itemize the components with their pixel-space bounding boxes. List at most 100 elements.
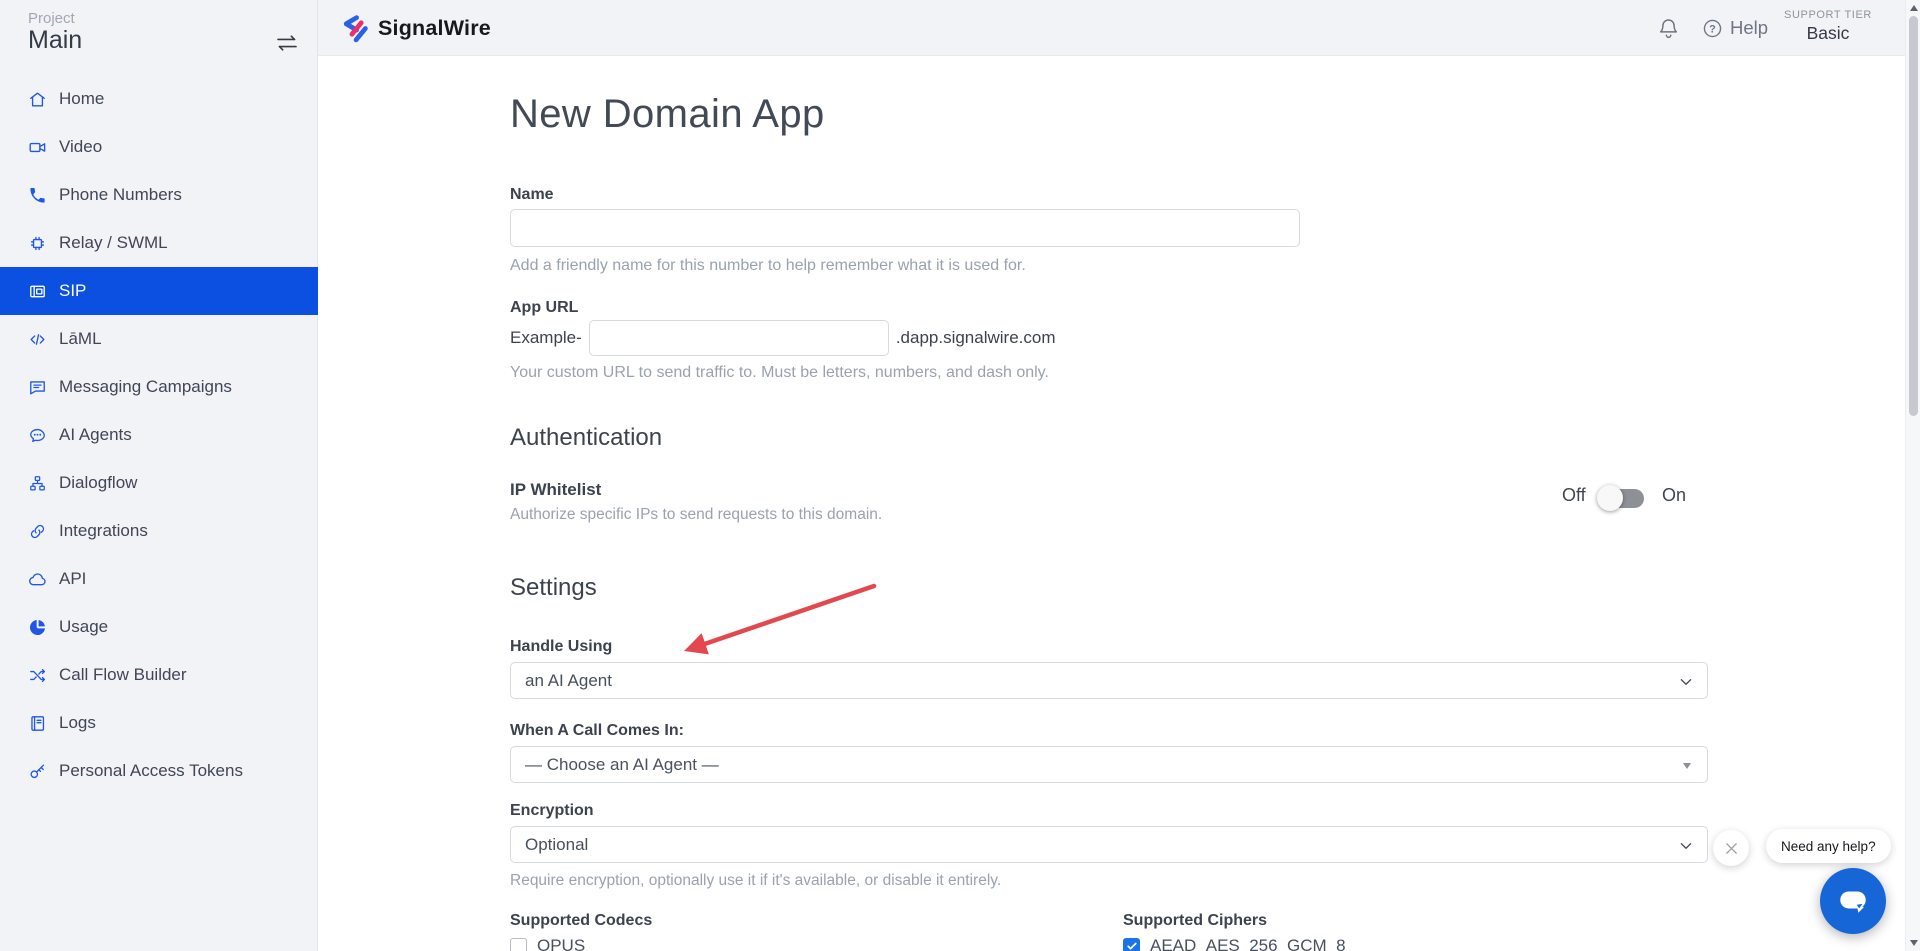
authentication-heading: Authentication — [510, 424, 662, 452]
scroll-up-arrow-icon[interactable] — [1910, 5, 1918, 11]
close-icon — [1724, 841, 1739, 856]
vertical-scrollbar[interactable] — [1905, 0, 1920, 951]
sidebar-item-label: Relay / SWML — [59, 233, 168, 253]
encryption-select[interactable]: Optional — [510, 826, 1708, 863]
sip-phone-icon — [28, 282, 47, 301]
ai-agent-select[interactable]: — Choose an AI Agent — — [510, 746, 1708, 783]
app-url-prefix: Example- — [510, 328, 582, 348]
sidebar-item-api[interactable]: API — [0, 555, 318, 603]
code-icon — [28, 330, 47, 349]
home-icon — [28, 90, 47, 109]
collapse-sidebar-icon[interactable] — [274, 30, 300, 56]
sidebar-item-ai-agents[interactable]: AI Agents — [0, 411, 318, 459]
notifications-bell-icon[interactable] — [1656, 16, 1681, 41]
phone-icon — [28, 186, 47, 205]
sidebar-item-messaging-campaigns[interactable]: Messaging Campaigns — [0, 363, 318, 411]
toggle-on-label: On — [1662, 485, 1686, 506]
svg-text:?: ? — [1709, 23, 1716, 35]
sidebar-item-sip[interactable]: SIP — [0, 267, 318, 315]
scrollbar-thumb[interactable] — [1909, 16, 1918, 416]
codec-opus-row: OPUS — [510, 936, 585, 951]
sidebar-item-label: Call Flow Builder — [59, 665, 187, 685]
name-input[interactable] — [510, 209, 1300, 247]
sidebar-item-label: Usage — [59, 617, 108, 637]
handle-using-value: an AI Agent — [525, 671, 612, 691]
chat-launcher-button[interactable] — [1820, 868, 1886, 934]
chat-bubble-icon — [1836, 884, 1870, 918]
handle-using-label: Handle Using — [510, 638, 612, 656]
name-label: Name — [510, 186, 554, 204]
app-url-suffix: .dapp.signalwire.com — [896, 328, 1056, 348]
encryption-select-value: Optional — [525, 835, 588, 855]
sidebar-item-personal-access-tokens[interactable]: Personal Access Tokens — [0, 747, 318, 795]
sidebar-item-label: Logs — [59, 713, 96, 733]
sidebar-item-label: Messaging Campaigns — [59, 377, 232, 397]
signalwire-logo[interactable]: SignalWire — [340, 0, 491, 56]
sidebar-item-label: Phone Numbers — [59, 185, 182, 205]
sidebar-item-phone-numbers[interactable]: Phone Numbers — [0, 171, 318, 219]
hierarchy-icon — [28, 474, 47, 493]
shuffle-icon — [28, 666, 47, 685]
sidebar-item-label: Personal Access Tokens — [59, 761, 243, 781]
codec-opus-label: OPUS — [537, 936, 585, 951]
sidebar-item-dialogflow[interactable]: Dialogflow — [0, 459, 318, 507]
support-tier-label: SUPPORT TIER — [1778, 9, 1878, 21]
brand-name: SignalWire — [378, 16, 491, 41]
signalwire-logo-icon — [340, 14, 369, 43]
page-title: New Domain App — [510, 92, 825, 137]
chat-dismiss-button[interactable] — [1713, 830, 1749, 866]
chat-dots-icon — [28, 426, 47, 445]
sidebar: Project Main HomeVideo Phone Numbers Relay… — [0, 0, 318, 951]
chat-prompt-bubble[interactable]: Need any help? — [1766, 829, 1891, 863]
sidebar-item-logs[interactable]: Logs — [0, 699, 318, 747]
sidebar-item-laml[interactable]: LāML — [0, 315, 318, 363]
codec-opus-checkbox[interactable] — [510, 938, 527, 951]
chevron-down-icon — [1678, 674, 1694, 690]
ip-whitelist-toggle[interactable] — [1598, 489, 1644, 508]
project-label: Project — [28, 10, 75, 27]
red-annotation-arrow — [668, 568, 898, 668]
sidebar-item-video[interactable]: Video — [0, 123, 318, 171]
support-tier: SUPPORT TIER Basic — [1778, 9, 1878, 44]
sidebar-item-label: Dialogflow — [59, 473, 137, 493]
project-switcher[interactable]: Main — [28, 26, 82, 55]
scroll-down-arrow-icon[interactable] — [1910, 940, 1918, 946]
sidebar-item-label: API — [59, 569, 86, 589]
toggle-off-label: Off — [1562, 485, 1586, 506]
top-header: SignalWire ? Help SUPPORT TIER Basic — [318, 0, 1920, 56]
sidebar-item-label: SIP — [59, 281, 86, 301]
sidebar-item-label: Integrations — [59, 521, 148, 541]
link-icon — [28, 522, 47, 541]
sidebar-item-integrations[interactable]: Integrations — [0, 507, 318, 555]
cloud-icon — [28, 570, 47, 589]
message-bubble-icon — [28, 378, 47, 397]
app-url-input[interactable] — [589, 320, 889, 356]
cipher-aead-row: AEAD_AES_256_GCM_8 — [1123, 936, 1346, 951]
chip-icon — [28, 234, 47, 253]
sidebar-nav: HomeVideo Phone Numbers Relay / SWML SIP LāM… — [0, 75, 318, 795]
sidebar-item-home[interactable]: Home — [0, 75, 318, 123]
sidebar-item-label: LāML — [59, 329, 102, 349]
ip-whitelist-label: IP Whitelist — [510, 480, 601, 500]
help-button[interactable]: ? Help — [1702, 0, 1768, 56]
sidebar-item-label: AI Agents — [59, 425, 132, 445]
cipher-aead-label: AEAD_AES_256_GCM_8 — [1150, 936, 1346, 951]
key-icon — [28, 762, 47, 781]
encryption-label: Encryption — [510, 802, 594, 820]
pie-chart-icon — [28, 618, 47, 637]
supported-ciphers-label: Supported Ciphers — [1123, 912, 1267, 930]
ai-agent-select-value: — Choose an AI Agent — — [525, 755, 719, 775]
sidebar-item-relay-swml[interactable]: Relay / SWML — [0, 219, 318, 267]
main-content: New Domain App Name Add a friendly name … — [318, 56, 1906, 951]
dropdown-arrow-icon — [1683, 763, 1691, 769]
handle-using-select[interactable]: an AI Agent — [510, 662, 1708, 699]
sidebar-item-call-flow-builder[interactable]: Call Flow Builder — [0, 651, 318, 699]
logs-book-icon — [28, 714, 47, 733]
signalwire-dashboard: Project Main HomeVideo Phone Numbers Relay… — [0, 0, 1920, 951]
cipher-aead-checkbox[interactable] — [1123, 938, 1140, 951]
chevron-down-icon — [1678, 838, 1694, 854]
sidebar-item-usage[interactable]: Usage — [0, 603, 318, 651]
name-helper-text: Add a friendly name for this number to h… — [510, 257, 1026, 275]
app-url-label: App URL — [510, 299, 578, 317]
settings-heading: Settings — [510, 574, 597, 602]
